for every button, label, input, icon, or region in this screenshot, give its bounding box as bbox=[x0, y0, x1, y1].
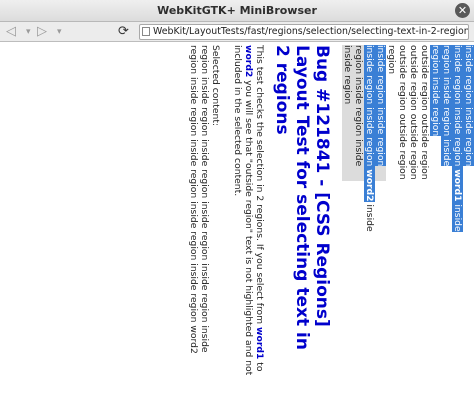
region2-line3: region inside region inside bbox=[353, 45, 364, 167]
region2-line2: inside region inside region word2 inside bbox=[364, 45, 375, 232]
page-heading-line2: Layout Test for selecting text in bbox=[292, 45, 312, 350]
window-title: WebKitGTK+ MiniBrowser bbox=[157, 4, 317, 17]
browser-toolbar: ◁ ▾ ▷ ▾ ⟳ WebKit/LayoutTests/fast/region… bbox=[0, 22, 474, 42]
close-button[interactable]: ✕ bbox=[455, 3, 470, 18]
forward-button[interactable]: ▷ bbox=[37, 24, 47, 40]
window-titlebar: WebKitGTK+ MiniBrowser ✕ bbox=[0, 0, 474, 22]
description-line3: included in the selected content. bbox=[232, 45, 243, 197]
back-arrow-icon: ◁ bbox=[6, 24, 16, 39]
reload-button[interactable]: ⟳ bbox=[118, 24, 129, 40]
word2-text: word2 bbox=[364, 169, 375, 202]
outside-line3: outside region outside region bbox=[397, 45, 408, 180]
page-icon bbox=[142, 27, 150, 36]
forward-history-icon[interactable]: ▾ bbox=[57, 24, 62, 40]
url-text: WebKit/LayoutTests/fast/regions/selectio… bbox=[153, 26, 468, 37]
forward-arrow-icon: ▷ bbox=[37, 24, 47, 39]
outside-line2: outside region outside region bbox=[408, 45, 419, 180]
selected-content-line2: region inside region inside region insid… bbox=[188, 45, 199, 354]
selected-content-line1: region inside region inside region insid… bbox=[199, 45, 210, 353]
page-heading-line3: 2 regions bbox=[272, 45, 292, 135]
selected-content-label: Selected content: bbox=[210, 45, 221, 127]
description-line2: word2 you will see that "outside region"… bbox=[243, 45, 254, 376]
url-bar[interactable]: WebKit/LayoutTests/fast/regions/selectio… bbox=[139, 24, 469, 40]
region2-line1: inside region inside region bbox=[375, 45, 386, 167]
region1-line2: inside region inside region word1 inside bbox=[452, 45, 463, 232]
region2-line4: inside region bbox=[342, 45, 353, 105]
region1-line3: region inside region inside bbox=[441, 45, 452, 167]
outside-line1: outside region outside region bbox=[419, 45, 430, 180]
word1-text: word1 bbox=[452, 169, 463, 202]
outside-line4: region bbox=[386, 45, 397, 75]
page-heading-line1: Bug #121841 - [CSS Regions] bbox=[312, 45, 332, 327]
description-line1: This test checks the selection in 2 regi… bbox=[254, 45, 265, 372]
back-button[interactable]: ◁ bbox=[6, 24, 16, 40]
back-history-icon[interactable]: ▾ bbox=[26, 24, 31, 40]
reload-icon: ⟳ bbox=[118, 24, 129, 39]
web-content[interactable]: inside region inside region inside regio… bbox=[0, 42, 474, 396]
region1-line4: region inside region bbox=[430, 45, 441, 137]
region1-line1: inside region inside region bbox=[463, 45, 474, 167]
